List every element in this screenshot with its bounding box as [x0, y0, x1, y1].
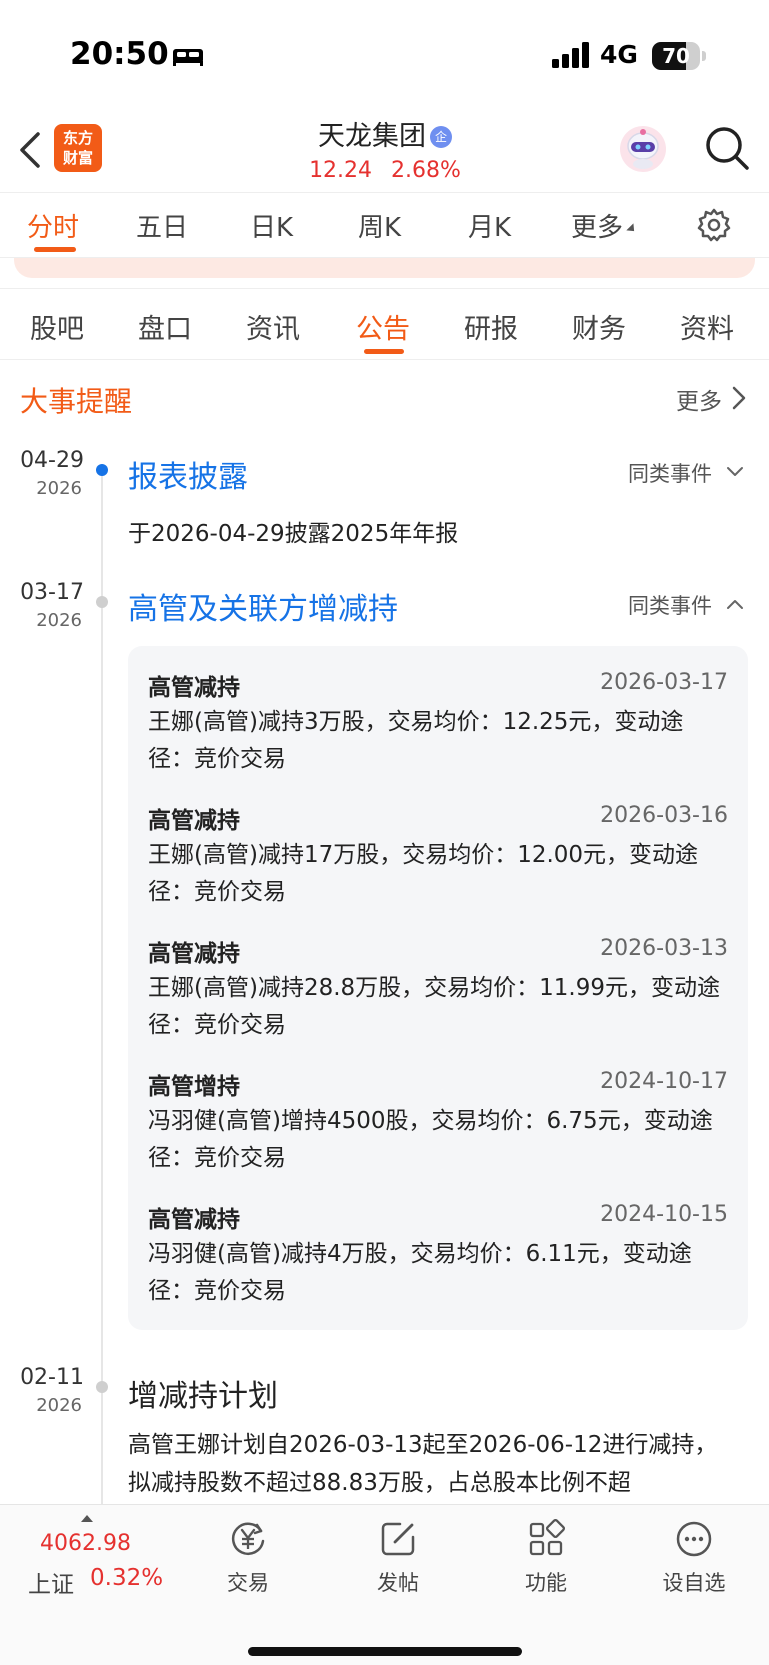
- tab-forum[interactable]: 股吧: [30, 307, 84, 346]
- network-type: 4G: [600, 40, 638, 69]
- item-description: 冯羽健(高管)增持4500股，交易均价：6.75元，变动途径：竞价交易: [148, 1108, 713, 1171]
- item-date: 2024-10-17: [600, 1069, 728, 1094]
- index-value[interactable]: 4062.98: [40, 1531, 131, 1556]
- trade-yen-icon: [231, 1522, 265, 1555]
- status-bar: 20:50 4G 70: [0, 0, 769, 110]
- event-date: 04-29: [20, 448, 84, 473]
- app-logo: 东方 财富: [54, 124, 102, 172]
- event-year: 2026: [36, 1395, 82, 1416]
- content-tabs: 股吧 盘口 资讯 公告 研报 财务 资料: [0, 288, 769, 360]
- logo-line-1: 东方: [62, 129, 93, 147]
- event-title[interactable]: 报表披露: [128, 452, 248, 496]
- index-name[interactable]: 上证: [28, 1565, 74, 1599]
- search-icon[interactable]: [703, 124, 751, 172]
- expand-up-icon[interactable]: [81, 1515, 93, 1522]
- section-title: 大事提醒: [20, 385, 133, 418]
- tab-intraday[interactable]: 分时: [27, 207, 79, 244]
- event-title[interactable]: 高管及关联方增减持: [128, 584, 398, 628]
- chart-period-tabs: 分时 五日 日K 周K 月K 更多: [0, 192, 769, 258]
- section-more-link[interactable]: 更多: [676, 382, 722, 416]
- item-title: 高管增持: [148, 1074, 240, 1100]
- timeline-dot: [96, 1381, 108, 1393]
- event-year: 2026: [36, 478, 82, 499]
- tab-five-day[interactable]: 五日: [136, 207, 188, 244]
- battery-nub: [702, 51, 706, 61]
- battery-percent: 70: [662, 44, 690, 68]
- tab-daily-k[interactable]: 日K: [250, 207, 293, 244]
- item-date: 2026-03-17: [600, 670, 728, 695]
- stock-price: 12.24: [309, 158, 373, 183]
- post-label: 发帖: [377, 1571, 419, 1595]
- timeline-dot: [96, 596, 108, 608]
- grid-icon: [529, 1519, 566, 1556]
- item-title: 高管减持: [148, 941, 240, 967]
- banner-strip: [14, 258, 755, 278]
- stock-title: 天龙集团企: [220, 114, 550, 153]
- compose-icon: [381, 1522, 415, 1556]
- tab-monthly-k[interactable]: 月K: [468, 207, 511, 244]
- trade-button[interactable]: 交易: [198, 1519, 298, 1597]
- stock-change-percent: 2.68%: [391, 158, 461, 183]
- event-title[interactable]: 增减持计划: [128, 1371, 278, 1415]
- settings-gear-icon[interactable]: [696, 207, 732, 243]
- similar-events-toggle[interactable]: 同类事件: [628, 458, 712, 488]
- cellular-signal-icon: [552, 42, 589, 68]
- similar-events-toggle[interactable]: 同类事件: [628, 590, 712, 620]
- title-bar: 东方 财富 天龙集团企 12.24 2.68%: [0, 110, 769, 192]
- caret-down-icon: [626, 222, 638, 235]
- back-chevron-icon[interactable]: [16, 128, 46, 172]
- timeline-line: [101, 470, 103, 1510]
- tab-announcements[interactable]: 公告: [356, 307, 410, 346]
- item-date: 2026-03-13: [600, 936, 728, 961]
- enterprise-badge-icon: 企: [430, 126, 452, 148]
- stock-name: 天龙集团: [318, 121, 426, 152]
- add-watchlist-button[interactable]: 设自选: [644, 1519, 744, 1597]
- functions-label: 功能: [525, 1571, 567, 1595]
- item-description: 王娜(高管)减持17万股，交易均价：12.00元，变动途径：竞价交易: [148, 842, 699, 905]
- ai-robot-assistant-icon[interactable]: [618, 124, 668, 174]
- event-date: 03-17: [20, 580, 84, 605]
- chevron-right-icon[interactable]: [730, 386, 748, 410]
- chevron-down-icon[interactable]: [726, 466, 744, 478]
- index-change[interactable]: 0.32%: [90, 1565, 163, 1591]
- tab-financials[interactable]: 财务: [572, 307, 626, 346]
- item-date: 2024-10-15: [600, 1202, 728, 1227]
- bottom-toolbar: 4062.98 上证 0.32% 交易 发帖 功能 设自选: [0, 1504, 769, 1665]
- event-year: 2026: [36, 610, 82, 631]
- timeline-dot: [96, 464, 108, 476]
- tab-order-book[interactable]: 盘口: [138, 307, 192, 346]
- item-title: 高管减持: [148, 1207, 240, 1233]
- event-description: 高管王娜计划自2026-03-13起至2026-06-12进行减持，拟减持股数不…: [128, 1432, 718, 1496]
- post-button[interactable]: 发帖: [348, 1519, 448, 1597]
- trade-label: 交易: [227, 1571, 269, 1595]
- item-description: 王娜(高管)减持28.8万股，交易均价：11.99元，变动途径：竞价交易: [148, 975, 721, 1038]
- tab-news[interactable]: 资讯: [246, 307, 300, 346]
- home-indicator: [248, 1647, 522, 1656]
- chevron-up-icon[interactable]: [726, 598, 744, 610]
- item-date: 2026-03-16: [600, 803, 728, 828]
- item-description: 冯羽健(高管)减持4万股，交易均价：6.11元，变动途径：竞价交易: [148, 1241, 692, 1304]
- add-watchlist-label: 设自选: [662, 1571, 726, 1595]
- active-tab-indicator: [34, 247, 76, 252]
- holding-change-card: 高管减持 2026-03-17 王娜(高管)减持3万股，交易均价：12.25元，…: [128, 646, 748, 1330]
- event-description: 于2026-04-29披露2025年年报: [128, 521, 459, 547]
- status-time: 20:50: [70, 36, 169, 72]
- tab-more-label: 更多: [571, 213, 624, 243]
- tab-profile[interactable]: 资料: [680, 307, 734, 346]
- tab-weekly-k[interactable]: 周K: [358, 207, 401, 244]
- tab-research[interactable]: 研报: [464, 307, 518, 346]
- sleep-mode-icon: [173, 49, 203, 66]
- logo-line-2: 财富: [62, 149, 93, 167]
- item-title: 高管减持: [148, 808, 240, 834]
- item-description: 王娜(高管)减持3万股，交易均价：12.25元，变动途径：竞价交易: [148, 709, 684, 772]
- functions-button[interactable]: 功能: [496, 1519, 596, 1597]
- more-dots-icon: [676, 1521, 712, 1557]
- stock-quote: 12.24 2.68%: [220, 158, 550, 183]
- event-date: 02-11: [20, 1365, 84, 1390]
- active-tab-indicator: [364, 349, 404, 354]
- battery-icon: 70: [652, 42, 700, 70]
- item-title: 高管减持: [148, 675, 240, 701]
- tab-more[interactable]: 更多: [571, 207, 638, 244]
